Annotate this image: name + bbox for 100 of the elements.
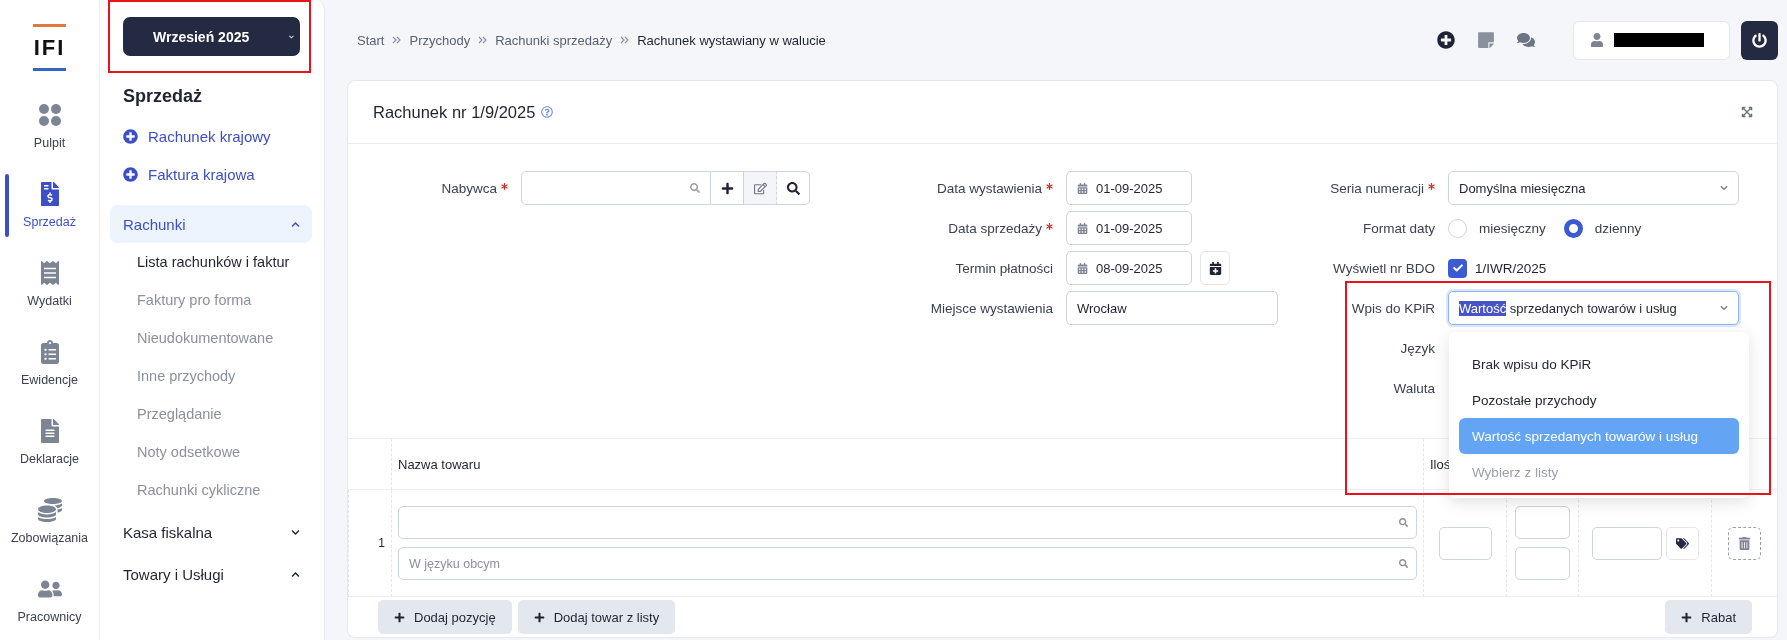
date-field[interactable]: 08-09-2025 [1066,251,1192,285]
column-header: Iloś [1430,456,1451,472]
checkmark-icon [1452,263,1463,273]
help-icon[interactable] [541,106,554,118]
nav-rail-label: Wydatki [27,294,72,308]
nav-rail-item[interactable]: Wydatki [0,245,99,324]
dots-grid-icon [37,103,62,127]
plus-icon [1681,611,1693,623]
expand-icon[interactable] [1741,106,1753,118]
trash-icon [1738,536,1751,550]
required-asterisk-icon [1428,182,1435,190]
discount-button[interactable]: Rabat [1665,600,1752,634]
text-field[interactable]: Wrocław [1066,291,1278,325]
power-icon [1752,32,1767,48]
field-label: Wyświetl nr BDO [1333,260,1435,276]
search-button[interactable] [777,171,810,205]
column-header: Nazwa towaru [398,456,481,472]
required-asterisk-icon [1046,182,1053,190]
card-title: Rachunek nr 1/9/2025 [373,102,536,122]
nav-rail-item[interactable]: Ewidencje [0,324,99,403]
date-field[interactable]: 01-09-2025 [1066,171,1192,205]
note-icon[interactable] [1477,31,1495,49]
breadcrumb-link[interactable]: Start [357,32,385,48]
field-label: Seria numeracji [1330,180,1435,196]
sidebar-action-link[interactable]: Rachunek krajowy [110,128,312,145]
price-input[interactable] [1591,526,1662,560]
series-select[interactable]: Domyślna miesięczna [1448,171,1739,205]
field-label: Nabywca [441,180,508,196]
sidebar-group[interactable]: Rachunki [110,205,312,243]
nav-rail-item[interactable]: Pulpit [0,87,99,166]
plus-icon [533,611,545,623]
field-label: Waluta [1393,380,1435,396]
calendar-button[interactable] [1200,251,1230,285]
sidebar-action-link[interactable]: Faktura krajowa [110,166,312,183]
field-label: Data wystawienia [936,180,1053,196]
nav-rail-item[interactable]: Sprzedaż [0,166,99,245]
nav-rail-item[interactable]: Pracownicy [0,561,99,640]
breadcrumb-link[interactable]: Rachunek wystawiany w walucie [637,32,826,48]
double-chevron-icon [620,36,630,44]
product-name-input[interactable] [398,506,1417,539]
row-number: 1 [378,536,385,550]
chevron-down-icon [291,527,300,537]
quantity-input[interactable] [1438,526,1492,560]
radio-button[interactable] [1563,218,1583,238]
search-icon [1399,559,1408,568]
checkbox[interactable] [1448,258,1467,278]
calendar-plus-icon [1208,261,1222,275]
double-chevron-icon [392,36,402,44]
breadcrumb-link[interactable]: Przychody [409,32,471,48]
nav-rail-label: Ewidencje [21,373,78,387]
sidebar-group[interactable]: Towary i Usługi [110,555,312,593]
nav-rail-item[interactable]: Deklaracje [0,403,99,482]
date-field[interactable]: 01-09-2025 [1066,211,1192,245]
caret-icon [1720,304,1728,312]
sidebar-subitem[interactable]: Lista rachunków i faktur [110,243,312,281]
input-placeholder: W języku obcym [409,556,500,571]
logout-button[interactable] [1741,20,1778,60]
search-icon [690,183,700,193]
required-asterisk-icon [1046,222,1053,230]
nav-rail-label: Deklaracje [19,452,80,466]
add-row-button[interactable]: Dodaj towar z listy [517,600,676,634]
dropdown-option[interactable]: Brak wpisu do KPiR [1459,346,1739,382]
double-chevron-icon [478,36,488,44]
calendar-icon [1077,182,1088,194]
tags-icon [1675,536,1689,550]
search-icon [786,181,800,195]
edit-button[interactable] [744,171,777,205]
search-icon [1399,518,1408,527]
add-button[interactable] [711,171,744,205]
plus-icon [394,611,405,623]
delete-button[interactable] [1728,526,1761,560]
logo: IFI [32,24,67,71]
nav-rail-item[interactable]: Zobowiązania [0,482,99,561]
user-menu[interactable] [1573,20,1730,60]
add-row-button[interactable]: Dodaj pozycję [378,600,512,634]
unit-input[interactable] [1515,547,1570,580]
dropdown-option[interactable]: Pozostałe przychody [1459,382,1739,418]
calendar-icon [1077,262,1088,274]
caret-icon [1720,184,1728,192]
nav-rail-label: Sprzedaż [23,215,76,229]
chat-icon[interactable] [1517,31,1535,49]
required-asterisk-icon [501,182,508,190]
breadcrumb-link[interactable]: Rachunki sprzedaży [495,32,613,48]
user-icon [1590,33,1604,47]
buyer-input[interactable] [521,171,711,205]
radio-label: dzienny [1594,220,1642,236]
chevron-up-icon [291,569,300,579]
coins-icon [37,498,62,522]
period-button[interactable]: Wrzesień 2025 [123,17,300,56]
plus-icon [720,181,734,195]
tags-button[interactable] [1665,526,1699,560]
unit-input[interactable] [1515,506,1570,539]
nav-rail-label: Pulpit [33,136,66,150]
calendar-icon [1077,222,1088,234]
radio-label: miesięczny [1479,220,1546,236]
field-label: Wpis do KPiR [1351,300,1435,316]
sidebar-group[interactable]: Kasa fiskalna [110,513,312,551]
chevron-up-icon [291,219,300,229]
field-label: Miejsce wystawienia [930,300,1053,316]
nav-rail-label: Pracownicy [17,610,82,624]
